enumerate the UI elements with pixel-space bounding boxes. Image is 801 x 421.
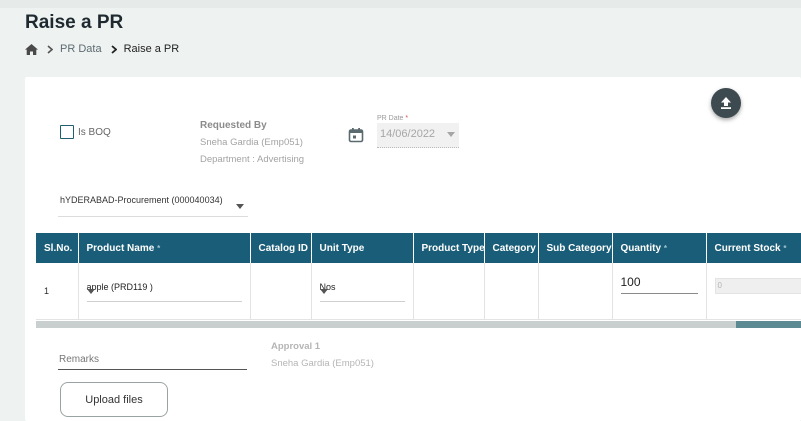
is-boq-checkbox[interactable] xyxy=(60,125,74,139)
col-header-quantity: Quantity * xyxy=(612,233,707,263)
caret-down-icon xyxy=(86,289,95,294)
cell-current-stock: 0 xyxy=(706,263,801,320)
product-table: Sl.No. Product Name * Catalog ID Unit Ty… xyxy=(36,233,801,320)
table-header-row: Sl.No. Product Name * Catalog ID Unit Ty… xyxy=(36,233,801,263)
pr-date-label: PR Date * xyxy=(377,115,409,122)
calendar-icon[interactable] xyxy=(348,127,364,148)
col-header-sub-category: Sub Category xyxy=(538,233,613,263)
caret-down-icon xyxy=(319,289,328,294)
page-title: Raise a PR xyxy=(25,12,124,33)
top-bar-shadow xyxy=(0,0,801,8)
col-header-product-type: Product Type xyxy=(413,233,485,263)
cell-product-type xyxy=(413,263,485,320)
quantity-value: 100 xyxy=(620,275,641,289)
home-icon[interactable] xyxy=(25,43,38,55)
breadcrumb-pr-data[interactable]: PR Data xyxy=(60,43,102,55)
product-table-wrapper: Sl.No. Product Name * Catalog ID Unit Ty… xyxy=(36,233,801,328)
is-boq-label: Is BOQ xyxy=(78,127,111,138)
col-header-current-stock: Current Stock * xyxy=(706,233,801,263)
scrollbar-end xyxy=(736,321,801,328)
col-header-sl-no: Sl.No. xyxy=(36,233,79,263)
col-header-unit-type: Unit Type xyxy=(311,233,414,263)
quantity-input[interactable]: 100 xyxy=(620,273,698,294)
table-horizontal-scrollbar[interactable] xyxy=(36,321,801,328)
required-marker: * xyxy=(405,115,409,122)
col-header-product-name: Product Name * xyxy=(78,233,251,263)
breadcrumb-raise-pr: Raise a PR xyxy=(123,43,180,55)
approval-name: Sneha Gardia (Emp051) xyxy=(271,358,374,369)
requested-by-name: Sneha Gardia (Emp051) xyxy=(200,137,303,148)
required-marker: * xyxy=(663,243,667,253)
cell-sl-no: 1 xyxy=(36,263,79,320)
cell-unit-type: Nos xyxy=(311,263,414,320)
chevron-right-icon xyxy=(47,44,53,54)
caret-down-icon xyxy=(447,132,455,137)
remarks-input[interactable]: Remarks xyxy=(58,350,247,370)
col-header-category: Category xyxy=(484,233,539,263)
department-select-value: hYDERABAD-Procurement (000040034) xyxy=(60,195,223,205)
upload-fab-button[interactable] xyxy=(711,88,741,118)
col-header-catalog-id: Catalog ID xyxy=(250,233,312,263)
chevron-right-icon xyxy=(110,44,117,54)
upload-files-button[interactable]: Upload files xyxy=(60,382,168,417)
breadcrumb: PR Data Raise a PR xyxy=(25,42,179,56)
required-marker: * xyxy=(157,243,161,253)
current-stock-value: 0 xyxy=(717,281,722,290)
cell-product-name: apple (PRD119 ) xyxy=(78,263,251,320)
required-marker: * xyxy=(783,243,787,253)
cell-quantity: 100 xyxy=(612,263,707,320)
cell-sub-category xyxy=(538,263,613,320)
unit-type-select[interactable]: Nos xyxy=(319,277,405,302)
cell-catalog-id xyxy=(250,263,312,320)
upload-icon xyxy=(721,97,731,109)
remarks-placeholder: Remarks xyxy=(59,354,100,365)
product-name-value: apple (PRD119 ) xyxy=(86,282,153,292)
current-stock-field: 0 xyxy=(714,278,801,294)
pr-date-field[interactable]: 14/06/2022 xyxy=(377,123,459,148)
product-name-select[interactable]: apple (PRD119 ) xyxy=(86,277,242,302)
scrollbar-thumb[interactable] xyxy=(36,321,736,328)
requested-by-department: Department : Advertising xyxy=(200,154,305,165)
table-row: 1 apple (PRD119 ) Nos 100 0 xyxy=(36,263,801,320)
pr-date-value: 14/06/2022 xyxy=(380,128,436,140)
caret-down-icon xyxy=(236,204,244,209)
cell-category xyxy=(484,263,539,320)
approval-title: Approval 1 xyxy=(271,341,321,352)
requested-by-title: Requested By xyxy=(200,120,267,131)
department-select[interactable]: hYDERABAD-Procurement (000040034) xyxy=(58,192,248,217)
